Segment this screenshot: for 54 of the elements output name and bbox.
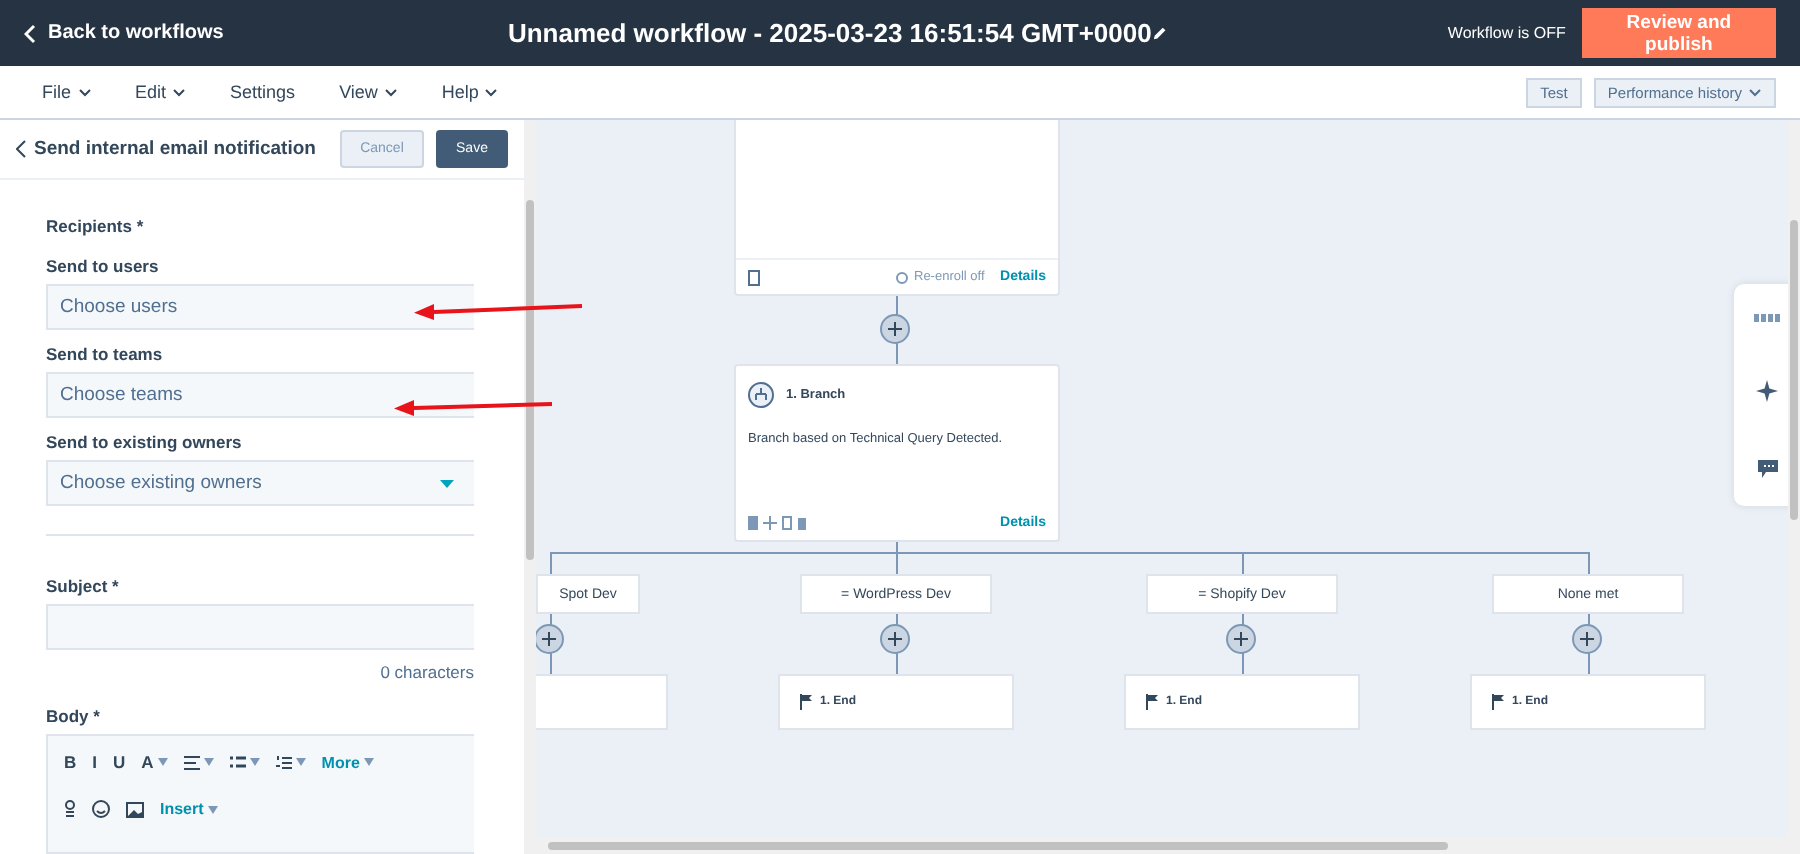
character-count: 0 characters (378, 662, 474, 682)
format-button[interactable]: A (141, 752, 168, 772)
combo-field[interactable]: Choose teams (46, 372, 474, 418)
format-button[interactable]: U (113, 752, 126, 772)
chevron-down-icon (1748, 87, 1762, 97)
scrollbar[interactable] (1788, 120, 1800, 854)
menu-item[interactable]: Edit (135, 82, 187, 102)
panel-title-text: Send internal email notification (34, 138, 316, 160)
format-button[interactable]: I (92, 752, 98, 772)
back-link[interactable]: Back to workflows (24, 22, 508, 44)
workflow-status: Workflow is OFF (1447, 24, 1566, 42)
select-field[interactable]: Choose existing owners (46, 460, 474, 506)
card-actions-icon[interactable] (748, 515, 808, 529)
menu-item[interactable]: Help (441, 82, 499, 102)
workflow-title: Unnamed workflow - 2025-03-23 16:51:54 GMT+0000 (507, 18, 1152, 48)
add-step-button[interactable] (536, 624, 564, 654)
comment-icon[interactable] (1757, 459, 1777, 477)
field-label: Send to existing owners (46, 432, 244, 452)
subject-field[interactable] (46, 604, 474, 650)
caret-icon (440, 479, 454, 487)
branch-icon (748, 382, 774, 408)
back-icon[interactable] (16, 140, 26, 158)
caret-icon (363, 758, 374, 766)
align-icon[interactable] (183, 755, 200, 769)
add-step-button[interactable] (880, 624, 910, 654)
add-step-button[interactable] (1226, 624, 1256, 654)
sparkle-icon[interactable] (1756, 379, 1778, 401)
flag-icon (1492, 694, 1504, 710)
section-label: Recipients * (46, 216, 146, 236)
menu-item[interactable]: Settings (230, 82, 296, 102)
field-label: Subject * (46, 576, 121, 596)
refresh-icon (896, 271, 908, 283)
pencil-icon[interactable] (1151, 24, 1168, 42)
token-icon[interactable] (64, 800, 76, 818)
scrollbar[interactable] (524, 120, 536, 854)
clipboard-icon[interactable] (748, 269, 760, 285)
combo-field[interactable]: Choose users (46, 284, 474, 330)
menu-item[interactable]: File (42, 82, 92, 102)
emoji-icon[interactable] (92, 800, 110, 818)
add-step-button[interactable] (880, 314, 910, 344)
grid-icon[interactable] (1754, 313, 1780, 321)
flag-icon (800, 694, 812, 710)
chevron-left-icon (24, 23, 36, 43)
field-label: Send to users (46, 256, 161, 276)
field-label: Body * (46, 706, 102, 726)
flag-icon (1146, 694, 1158, 710)
caret-icon (207, 805, 218, 813)
bulleted-list-icon[interactable] (229, 755, 246, 769)
format-button[interactable]: B (64, 752, 77, 772)
field-label: Send to teams (46, 344, 165, 364)
numbered-list-icon[interactable] (275, 755, 292, 769)
menu-item[interactable]: View (339, 82, 398, 102)
image-icon[interactable] (126, 801, 144, 817)
add-step-button[interactable] (1572, 624, 1602, 654)
